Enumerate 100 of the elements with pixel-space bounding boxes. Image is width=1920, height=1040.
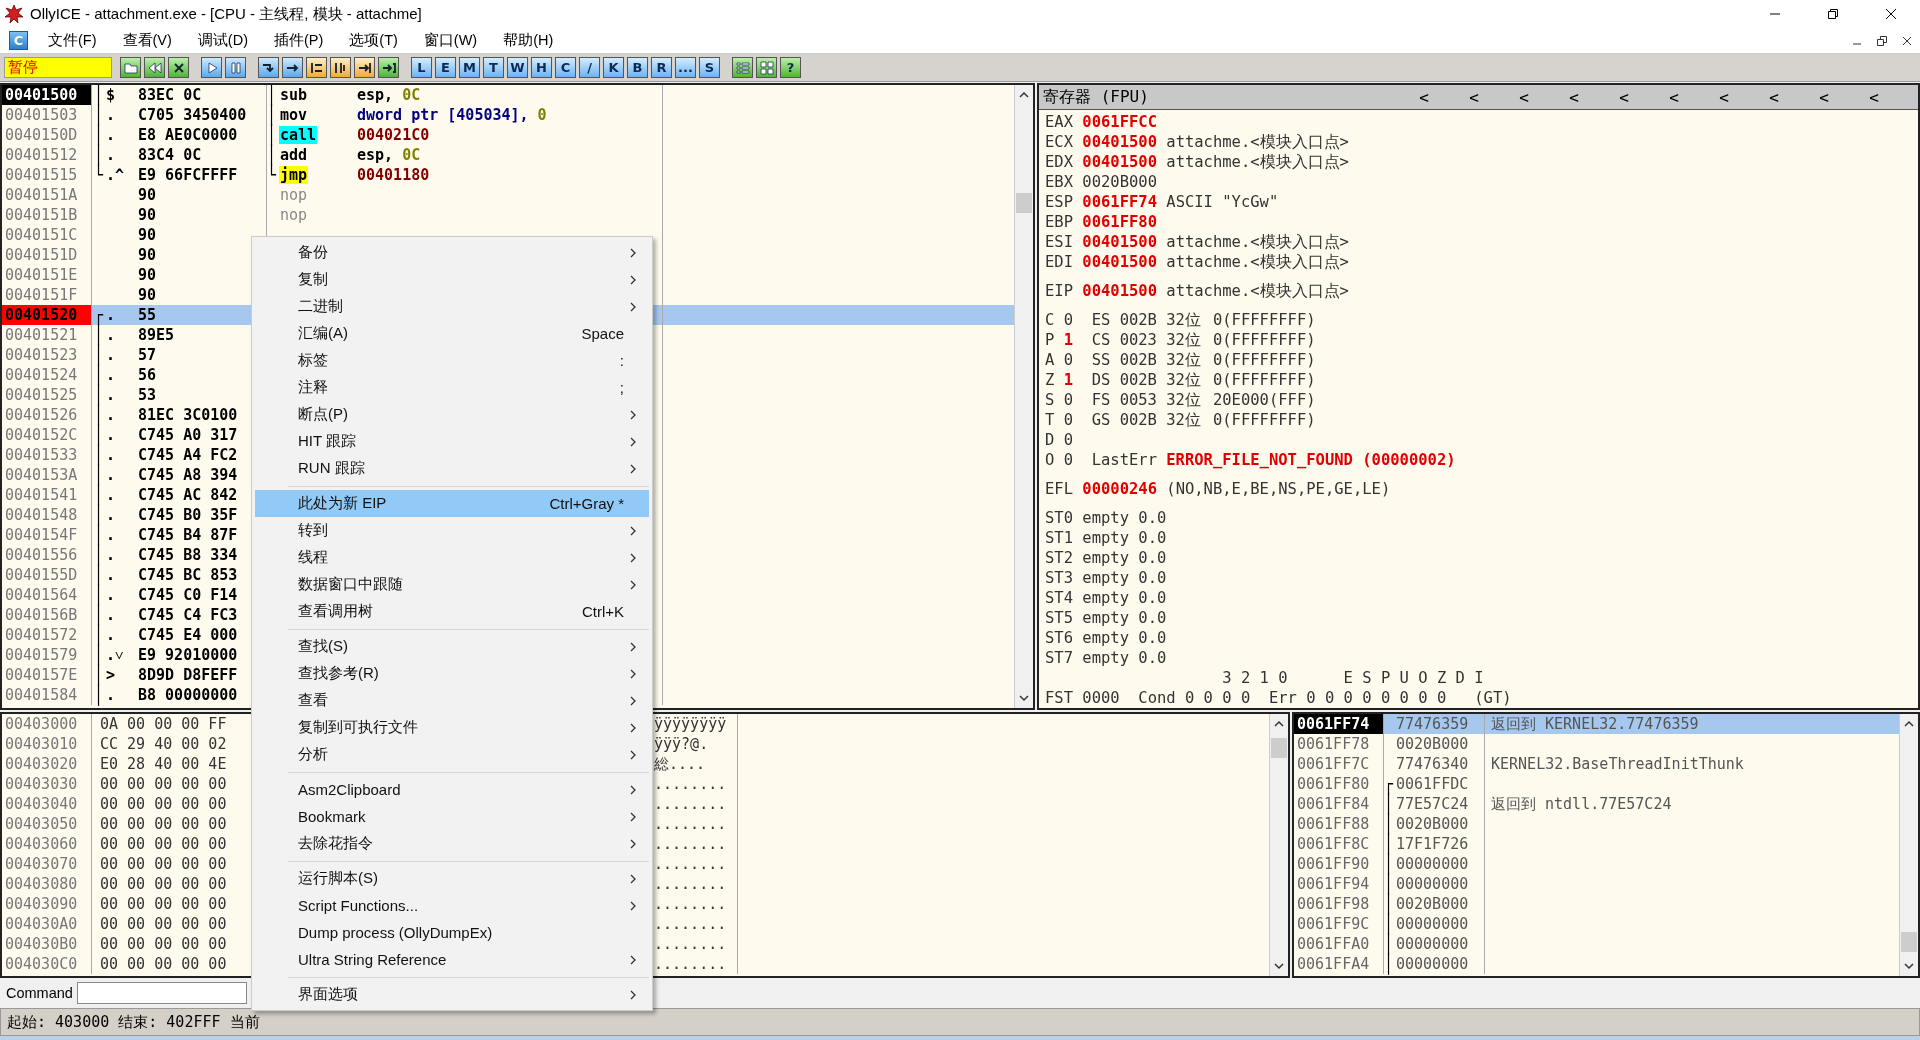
cond-header: 3 2 1 0 (1222, 668, 1289, 688)
hex-bytes: C745 C0 F14 (138, 585, 238, 605)
hex-bytes: 00 00 00 00 00 (100, 935, 227, 953)
condition-text: (GT) (1474, 688, 1512, 708)
jump-mark: . (106, 345, 116, 365)
hex-bytes: 00 00 00 00 00 (100, 775, 227, 793)
segment-name: GS (1091, 410, 1112, 430)
fpu-tag: empty (1082, 568, 1139, 588)
ascii-text: ÿÿÿÿÿÿÿÿ (654, 715, 727, 733)
hex-bytes: C745 B4 87F (138, 525, 238, 545)
error-label: Err (1268, 688, 1298, 708)
fpu-tag: empty (1082, 628, 1139, 648)
fst-label: FST (1045, 688, 1074, 708)
jump-mark: . (106, 625, 116, 645)
command-label: Command (6, 985, 73, 1001)
fpu-register-name: ST4 (1045, 588, 1074, 608)
flags-description: (NO,NB,E,BE,NS,PE,GE,LE) (1166, 479, 1391, 499)
jump-mark: . (106, 585, 116, 605)
jump-mark: . (106, 325, 116, 345)
ascii-text: ........ (654, 895, 727, 913)
flow-line: │ (1384, 952, 1394, 976)
fpu-value: 0.0 (1138, 568, 1167, 588)
segment-selector: 0023 (1119, 330, 1158, 350)
ascii-text: ........ (654, 935, 727, 953)
flag-name: D (1045, 430, 1056, 450)
hex-bytes: E9 92010000 (138, 645, 238, 665)
hex-bytes: 90 (138, 245, 157, 265)
hex-bytes: 89E5 (138, 325, 175, 345)
mnemonic: mov (279, 106, 309, 124)
flag-name: T (1045, 410, 1056, 430)
hex-bytes: C745 BC 853 (138, 565, 238, 585)
jump-mark: . (106, 125, 116, 145)
operand: 004021C0 (357, 125, 430, 145)
hex-bytes: 83EC 0C (138, 85, 202, 105)
segment-name: DS (1091, 370, 1112, 390)
register-name: EBP (1045, 212, 1074, 232)
flag-name: O (1045, 450, 1056, 470)
fpu-register-name: ST1 (1045, 528, 1074, 548)
ascii-text: ........ (654, 815, 727, 833)
fpu-value: 0.0 (1138, 588, 1167, 608)
jump-mark: . (106, 365, 116, 385)
stack-value: 00000000 (1396, 934, 1469, 954)
operand: 0C (402, 145, 421, 165)
ascii-text: ........ (654, 835, 727, 853)
register-comment: attachme.<模块入口点> (1166, 252, 1349, 272)
cond-label: Cond (1138, 688, 1177, 708)
fpu-register-name: ST0 (1045, 508, 1074, 528)
jump-mark: . (106, 485, 116, 505)
hex-bytes: E9 66FCFFFF (138, 165, 238, 185)
flow-line: │ (94, 683, 104, 708)
hex-bytes: 56 (138, 365, 157, 385)
pane-title: 寄存器 (FPU) (1042, 86, 1149, 108)
mnemonic: add (279, 146, 309, 164)
address-cell: 00401520 (2, 305, 92, 325)
operand: 0C (402, 85, 421, 105)
last-error-value: ERROR_FILE_NOT_FOUND (00000002) (1166, 450, 1456, 470)
stack-comment: 返回到 ntdll.77E57C24 (1491, 795, 1672, 813)
register-name: EDX (1045, 152, 1074, 172)
segment-selector: 002B (1119, 310, 1158, 330)
jump-mark: . (106, 525, 116, 545)
flag-name: C (1045, 310, 1056, 330)
error-bits: 0 0 0 0 0 0 0 0 (1306, 688, 1448, 708)
hex-bytes: C745 E4 000 (138, 625, 238, 645)
segment-base: 20E000(FFF) (1212, 390, 1316, 410)
segment-name: CS (1091, 330, 1112, 350)
mnemonic: jmp (279, 166, 309, 184)
fpu-register-name: ST2 (1045, 548, 1074, 568)
register-name: ECX (1045, 132, 1074, 152)
hex-bytes: C745 B0 35F (138, 505, 238, 525)
register-name: EFL (1045, 479, 1074, 499)
stack-value: 77E57C24 (1396, 794, 1469, 814)
segment-bits: 32位 (1166, 390, 1202, 410)
hex-bytes: 90 (138, 205, 157, 225)
segment-bits: 32位 (1166, 350, 1202, 370)
mnemonic: nop (279, 206, 309, 224)
fpu-tag: empty (1082, 508, 1139, 528)
segment-selector: 0053 (1119, 390, 1158, 410)
register-name: EBX (1045, 172, 1074, 192)
fpu-tag: empty (1082, 588, 1139, 608)
jump-mark: > (106, 665, 116, 685)
ascii-text: 総.... (654, 755, 706, 773)
mnemonic: nop (279, 186, 309, 204)
hex-bytes: 90 (138, 285, 157, 305)
fpu-tag: empty (1082, 648, 1139, 668)
hex-bytes: 83C4 0C (138, 145, 202, 165)
fpu-register-name: ST5 (1045, 608, 1074, 628)
flag-name: P (1045, 330, 1056, 350)
stack-value: 77476340 (1396, 754, 1469, 774)
hex-bytes: 00 00 00 00 00 (100, 835, 227, 853)
segment-name: ES (1091, 310, 1112, 330)
hex-bytes: 90 (138, 265, 157, 285)
hex-bytes: CC 29 40 00 02 (100, 735, 227, 753)
cond-bits: 0 0 0 0 (1184, 688, 1252, 708)
jump-mark: . (106, 605, 116, 625)
hex-bytes: 55 (138, 305, 157, 325)
address-cell: 00401500 (2, 85, 92, 105)
jump-mark: . (106, 405, 116, 425)
hex-bytes: 00 00 00 00 00 (100, 815, 227, 833)
register-name: EDI (1045, 252, 1074, 272)
operand: dword ptr [405034], (357, 105, 529, 125)
